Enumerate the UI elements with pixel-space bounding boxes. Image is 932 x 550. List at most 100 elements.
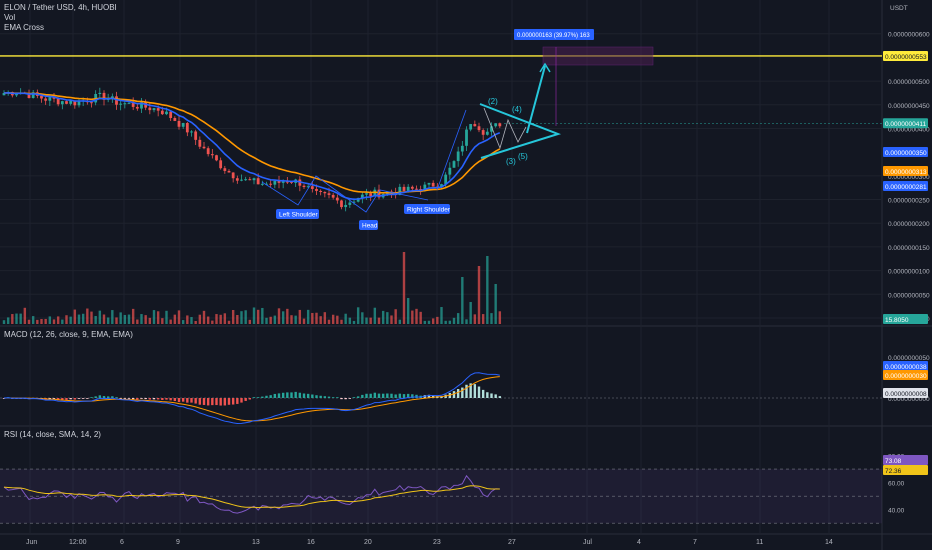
volume-bar	[190, 317, 193, 324]
macd-hist-bar	[461, 387, 464, 398]
volume-bar	[144, 315, 147, 324]
macd-hist-bar	[127, 398, 131, 399]
volume-bar	[140, 314, 143, 324]
macd-hist-bar	[115, 397, 118, 398]
volume-bar	[465, 319, 468, 324]
volume-bar	[11, 314, 14, 324]
candle-body	[181, 123, 185, 127]
volume-bar	[219, 314, 222, 324]
macd-hist-bar	[311, 394, 314, 398]
candle-body	[406, 186, 410, 191]
candle-body	[340, 200, 343, 208]
candle-body	[98, 92, 102, 94]
macd-hist-bar	[236, 398, 239, 404]
macd-hist-bar	[298, 392, 302, 398]
volume-bar	[361, 312, 364, 324]
macd-hist-bar	[319, 395, 322, 398]
macd-hist-bar	[161, 398, 164, 400]
candle-body	[494, 123, 498, 127]
volume-bar	[211, 320, 214, 324]
macd-hist-bar	[219, 398, 222, 406]
candle-body	[473, 124, 477, 127]
volume-bar	[469, 302, 472, 324]
macd-hist-bar	[327, 396, 331, 398]
volume-bar	[23, 307, 27, 324]
volume-bar	[440, 307, 443, 324]
chart-window: 0.000000163 (39.97%) 163 (2) (4) (3) (5) Left…	[0, 0, 932, 550]
candle-body	[219, 160, 223, 169]
rsi-ma-tag: 72.36	[885, 468, 902, 475]
time-tick-label: 23	[433, 539, 441, 546]
head-label: Head	[362, 223, 378, 230]
price-tick-label: 0.0000000600	[888, 32, 930, 39]
volume-bar	[311, 312, 314, 324]
candle-body	[227, 170, 231, 173]
candle-body	[452, 161, 456, 168]
macd-hist-bar	[98, 395, 102, 398]
time-tick-label: 16	[307, 539, 315, 546]
volume-bar	[411, 310, 414, 324]
candle-body	[123, 103, 127, 105]
macd-title: MACD (12, 26, close, 9, EMA, EMA)	[4, 330, 133, 339]
rsi-pane	[0, 468, 882, 524]
volume-bar	[394, 309, 397, 324]
macd-hist-bar	[140, 398, 143, 399]
candle-body	[485, 131, 489, 135]
volume-bar	[136, 319, 139, 324]
time-tick-label: 13	[252, 539, 260, 546]
macd-hist-bar	[215, 398, 218, 406]
macd-hist-bar	[173, 398, 177, 402]
volume-bar	[256, 309, 260, 324]
candle-body	[185, 123, 189, 133]
candle-body	[477, 126, 481, 131]
candle-body	[281, 181, 285, 183]
candle-body	[469, 124, 473, 130]
volume-bar	[461, 277, 464, 324]
macd-hist-bar	[265, 395, 268, 398]
macd-hist-bar	[261, 396, 264, 398]
volume-bar	[406, 298, 410, 324]
macd-hist-bar	[306, 393, 310, 398]
volume-bar	[102, 314, 106, 324]
volume-bar	[427, 320, 431, 324]
wave-label-5: (5)	[518, 152, 528, 161]
macd-hist-bar	[352, 397, 356, 398]
volume-bar	[336, 315, 339, 324]
time-tick-label: 12:00	[69, 539, 87, 546]
volume-bar	[165, 310, 168, 324]
macd-hist-bar	[156, 398, 160, 400]
macd-hist-bar	[269, 395, 272, 398]
volume-bar	[331, 314, 335, 324]
time-tick-label: 6	[120, 539, 124, 546]
volume-bar	[402, 252, 406, 324]
macd-hist-bar	[73, 398, 77, 400]
volume-bar	[302, 318, 306, 324]
volume-bar	[452, 317, 456, 324]
candle-body	[198, 139, 202, 147]
volume-bar	[269, 316, 272, 324]
candle-body	[244, 179, 248, 181]
candle-body	[40, 95, 43, 99]
volume-bar	[277, 308, 281, 324]
macd-hist-bar	[402, 394, 406, 398]
time-tick-label: 20	[364, 539, 372, 546]
volume-bar	[98, 310, 102, 324]
volume-bar	[227, 320, 231, 324]
price-tick-label: 0.0000000500	[888, 79, 930, 86]
chart-canvas[interactable]: 0.000000163 (39.97%) 163 (2) (4) (3)(5) Left…	[0, 0, 932, 550]
macd-hist-bar	[131, 398, 135, 400]
candle-body	[431, 182, 435, 187]
volume-bar	[198, 314, 202, 324]
candle-body	[481, 130, 485, 135]
candle-body	[369, 193, 373, 197]
macd-hist-bar	[77, 398, 81, 399]
candle-body	[498, 123, 502, 127]
volume-bar	[56, 316, 60, 324]
volume-bar	[398, 319, 402, 324]
measure-label: 0.000000163 (39.97%) 163	[517, 33, 590, 39]
volume-bar	[169, 319, 172, 324]
volume-bar	[436, 316, 439, 324]
volume-bar	[265, 317, 268, 324]
volume-bar	[81, 313, 85, 324]
macd-hist-bar	[194, 398, 197, 404]
